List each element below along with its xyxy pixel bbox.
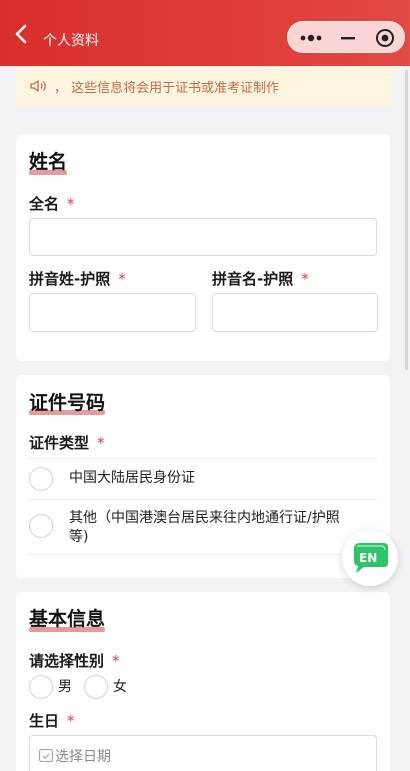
pinyin-surname-label: 拼音姓-护照 * [29,270,126,288]
basic-info-card: 基本信息 请选择性别 * 男 女 生日 * 选择日期 [16,592,390,771]
minimize-icon[interactable] [340,30,356,46]
pinyin-given-label: 拼音名-护照 * [212,270,309,288]
required-mark: * [118,270,126,288]
gender-male-label[interactable]: 男 [58,677,72,697]
divider [29,554,377,555]
birthday-date-picker[interactable]: 选择日期 [29,735,377,771]
calendar-icon [38,748,54,763]
full-name-label: 全名 * [29,195,75,213]
birthday-label: 生日 * [29,712,75,730]
section-title-name: 姓名 [29,151,68,173]
section-title-id: 证件号码 [29,392,106,414]
id-type-mainland-radio[interactable] [29,467,53,491]
back-arrow-icon[interactable] [10,22,34,46]
id-type-label: 证件类型 * [29,434,105,452]
scrollbar[interactable] [405,70,408,370]
mini-program-capsule [287,21,405,53]
id-type-other-label[interactable]: 其他（中国港澳台居民来往内地通行证/护照 [69,508,340,528]
divider [29,458,377,459]
date-placeholder: 选择日期 [55,749,111,765]
id-type-other-label-line2[interactable]: 等) [69,527,88,547]
gender-female-radio[interactable] [84,675,108,699]
required-mark: * [67,712,75,730]
gender-label: 请选择性别 * [29,652,120,670]
more-icon[interactable] [298,30,328,46]
language-toggle-label: EN [359,551,378,565]
required-mark: * [112,652,120,670]
pinyin-given-input[interactable] [212,293,378,332]
required-mark: * [67,195,75,213]
notice-banner: ， 这些信息将会用于证书或准考证制作 [16,66,392,106]
notice-text: ， 这些信息将会用于证书或准考证制作 [54,80,280,96]
required-mark: * [97,434,105,452]
id-type-mainland-label[interactable]: 中国大陆居民身份证 [69,468,195,488]
page-title: 个人资料 [43,33,99,49]
nav-header: 个人资料 [0,0,410,66]
full-name-input[interactable] [29,218,377,256]
speaker-icon [30,80,46,92]
section-title-basic: 基本信息 [29,608,106,630]
name-section-card: 姓名 全名 * 拼音姓-护照 * 拼音名-护照 * [16,134,390,361]
language-toggle-button[interactable]: EN [342,530,398,586]
gender-male-radio[interactable] [29,675,53,699]
divider [29,499,377,500]
pinyin-surname-input[interactable] [29,293,196,332]
gender-female-label[interactable]: 女 [113,677,127,697]
id-section-card: 证件号码 证件类型 * 中国大陆居民身份证 其他（中国港澳台居民来往内地通行证/护… [16,375,390,578]
id-type-other-radio[interactable] [29,514,53,538]
required-mark: * [301,270,309,288]
close-mini-program-icon[interactable] [374,27,396,49]
